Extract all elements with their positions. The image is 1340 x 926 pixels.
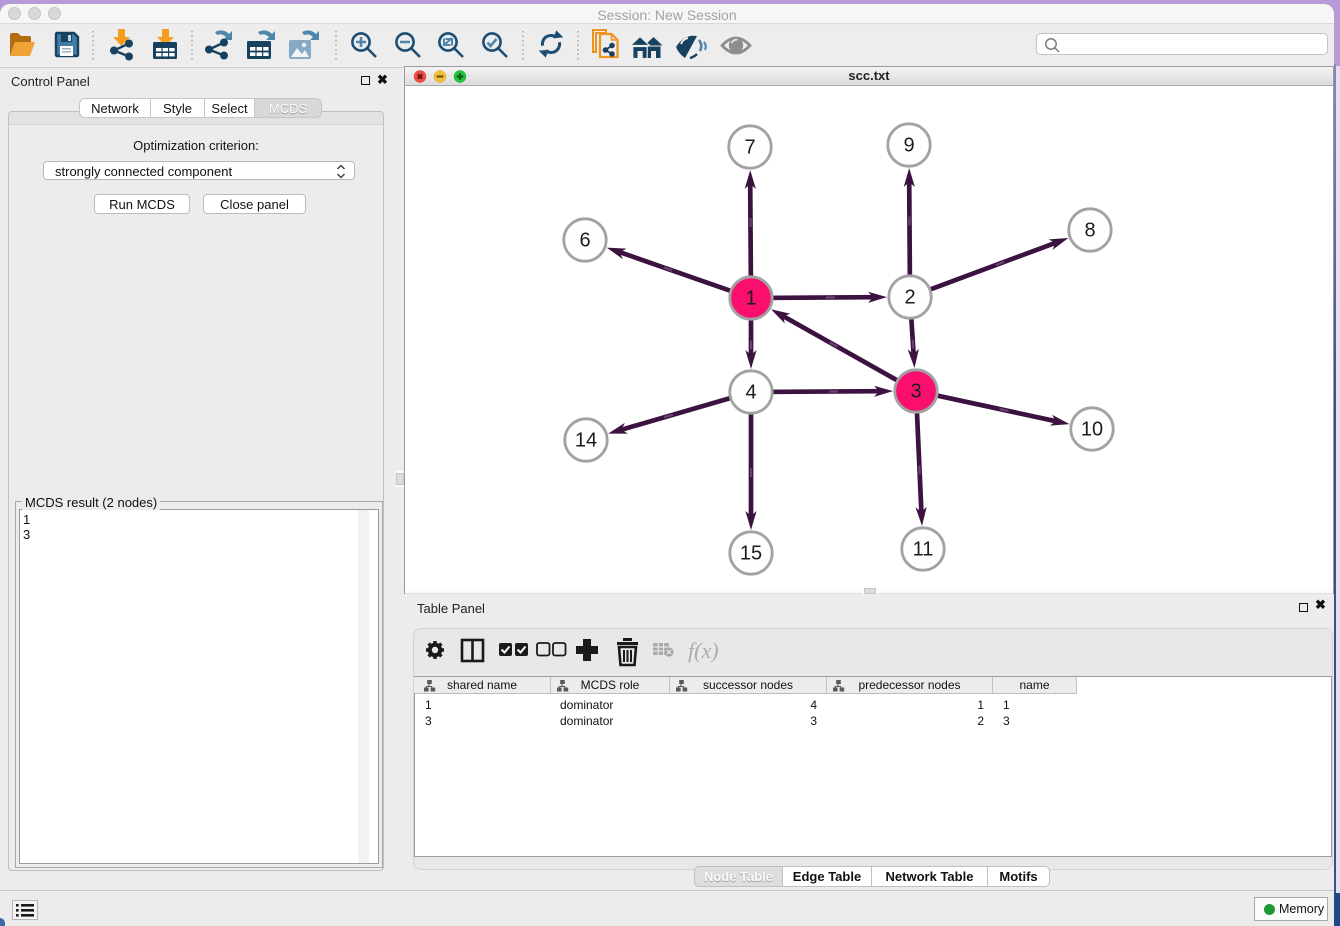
svg-text:11: 11	[913, 539, 934, 561]
svg-text:f(x): f(x)	[688, 638, 719, 663]
svg-text:2: 2	[904, 287, 915, 309]
svg-text:1: 1	[745, 288, 756, 310]
svg-text:7: 7	[744, 137, 755, 159]
svg-text:3: 3	[910, 381, 921, 403]
svg-text:15: 15	[740, 543, 762, 565]
svg-text:4: 4	[745, 382, 756, 404]
svg-text:6: 6	[579, 230, 590, 252]
svg-text:9: 9	[903, 135, 914, 157]
svg-text:14: 14	[575, 430, 597, 452]
svg-text:8: 8	[1084, 220, 1095, 242]
svg-text:10: 10	[1081, 419, 1103, 441]
